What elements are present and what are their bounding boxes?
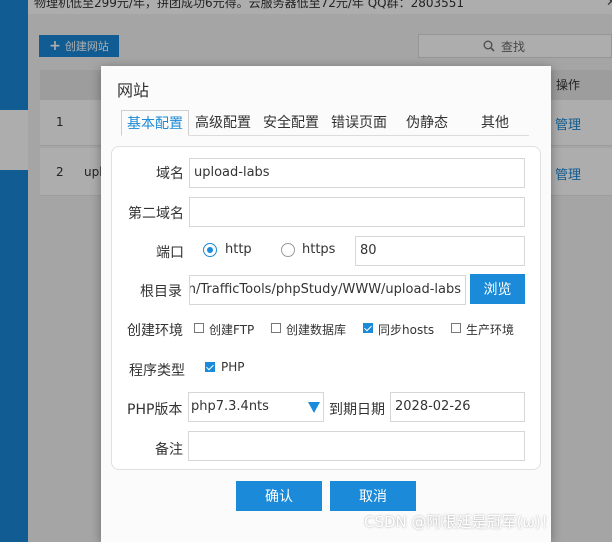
php-version-value: php7.3.4nts	[191, 399, 269, 414]
domain-field[interactable]: upload-labs	[189, 158, 525, 188]
expire-date-label: 到期日期	[329, 402, 385, 418]
php-version-select[interactable]: php7.3.4nts	[188, 392, 324, 422]
php-label: PHP	[221, 360, 245, 374]
create-db-checkbox[interactable]	[271, 323, 281, 333]
port-label: 端口	[156, 245, 184, 261]
tab-error-pages[interactable]: 错误页面	[325, 110, 393, 136]
chevron-down-icon	[308, 402, 320, 413]
env-label: 创建环境	[127, 323, 183, 339]
browse-button[interactable]: 浏览	[470, 274, 525, 304]
http-label: http	[225, 242, 252, 257]
remark-label: 备注	[155, 442, 183, 458]
port-field[interactable]: 80	[355, 236, 525, 266]
tab-other[interactable]: 其他	[461, 110, 529, 136]
program-type-label: 程序类型	[129, 363, 185, 379]
php-version-label: PHP版本	[127, 402, 183, 418]
sync-hosts-label: 同步hosts	[378, 323, 435, 337]
tab-security-config[interactable]: 安全配置	[257, 110, 325, 136]
https-label: https	[302, 242, 336, 257]
tab-advanced-config[interactable]: 高级配置	[189, 110, 257, 136]
tab-rewrite[interactable]: 伪静态	[393, 110, 461, 136]
cancel-button[interactable]: 取消	[330, 481, 416, 511]
create-ftp-checkbox[interactable]	[194, 323, 204, 333]
root-dir-label: 根目录	[140, 284, 182, 300]
expire-date-field[interactable]: 2028-02-26	[390, 392, 525, 422]
second-domain-label: 第二域名	[128, 206, 184, 222]
tab-basic-config[interactable]: 基本配置	[121, 110, 189, 136]
create-ftp-label: 创建FTP	[209, 323, 255, 337]
domain-label: 域名	[156, 166, 184, 182]
sync-hosts-checkbox[interactable]	[363, 323, 373, 333]
tab-bar: 基本配置 高级配置 安全配置 错误页面 伪静态 其他	[121, 110, 531, 136]
http-radio[interactable]	[203, 243, 217, 257]
https-radio[interactable]	[281, 243, 295, 257]
root-dir-value: D:/Security/Penetration/TrafficTools/php…	[189, 282, 461, 297]
watermark: CSDN @阿根廷是冠军(ω)！	[364, 513, 556, 531]
confirm-button[interactable]: 确认	[236, 481, 322, 511]
php-checkbox[interactable]	[205, 362, 215, 372]
create-db-label: 创建数据库	[286, 323, 347, 337]
production-label: 生产环境	[466, 323, 515, 337]
second-domain-field[interactable]	[189, 197, 525, 227]
site-dialog: 网站 基本配置 高级配置 安全配置 错误页面 伪静态 其他 域名 upload-…	[101, 66, 551, 542]
root-dir-field[interactable]: D:/Security/Penetration/TrafficTools/php…	[189, 275, 466, 305]
dialog-title: 网站	[117, 81, 150, 100]
production-checkbox[interactable]	[451, 323, 461, 333]
remark-field[interactable]	[188, 431, 525, 461]
